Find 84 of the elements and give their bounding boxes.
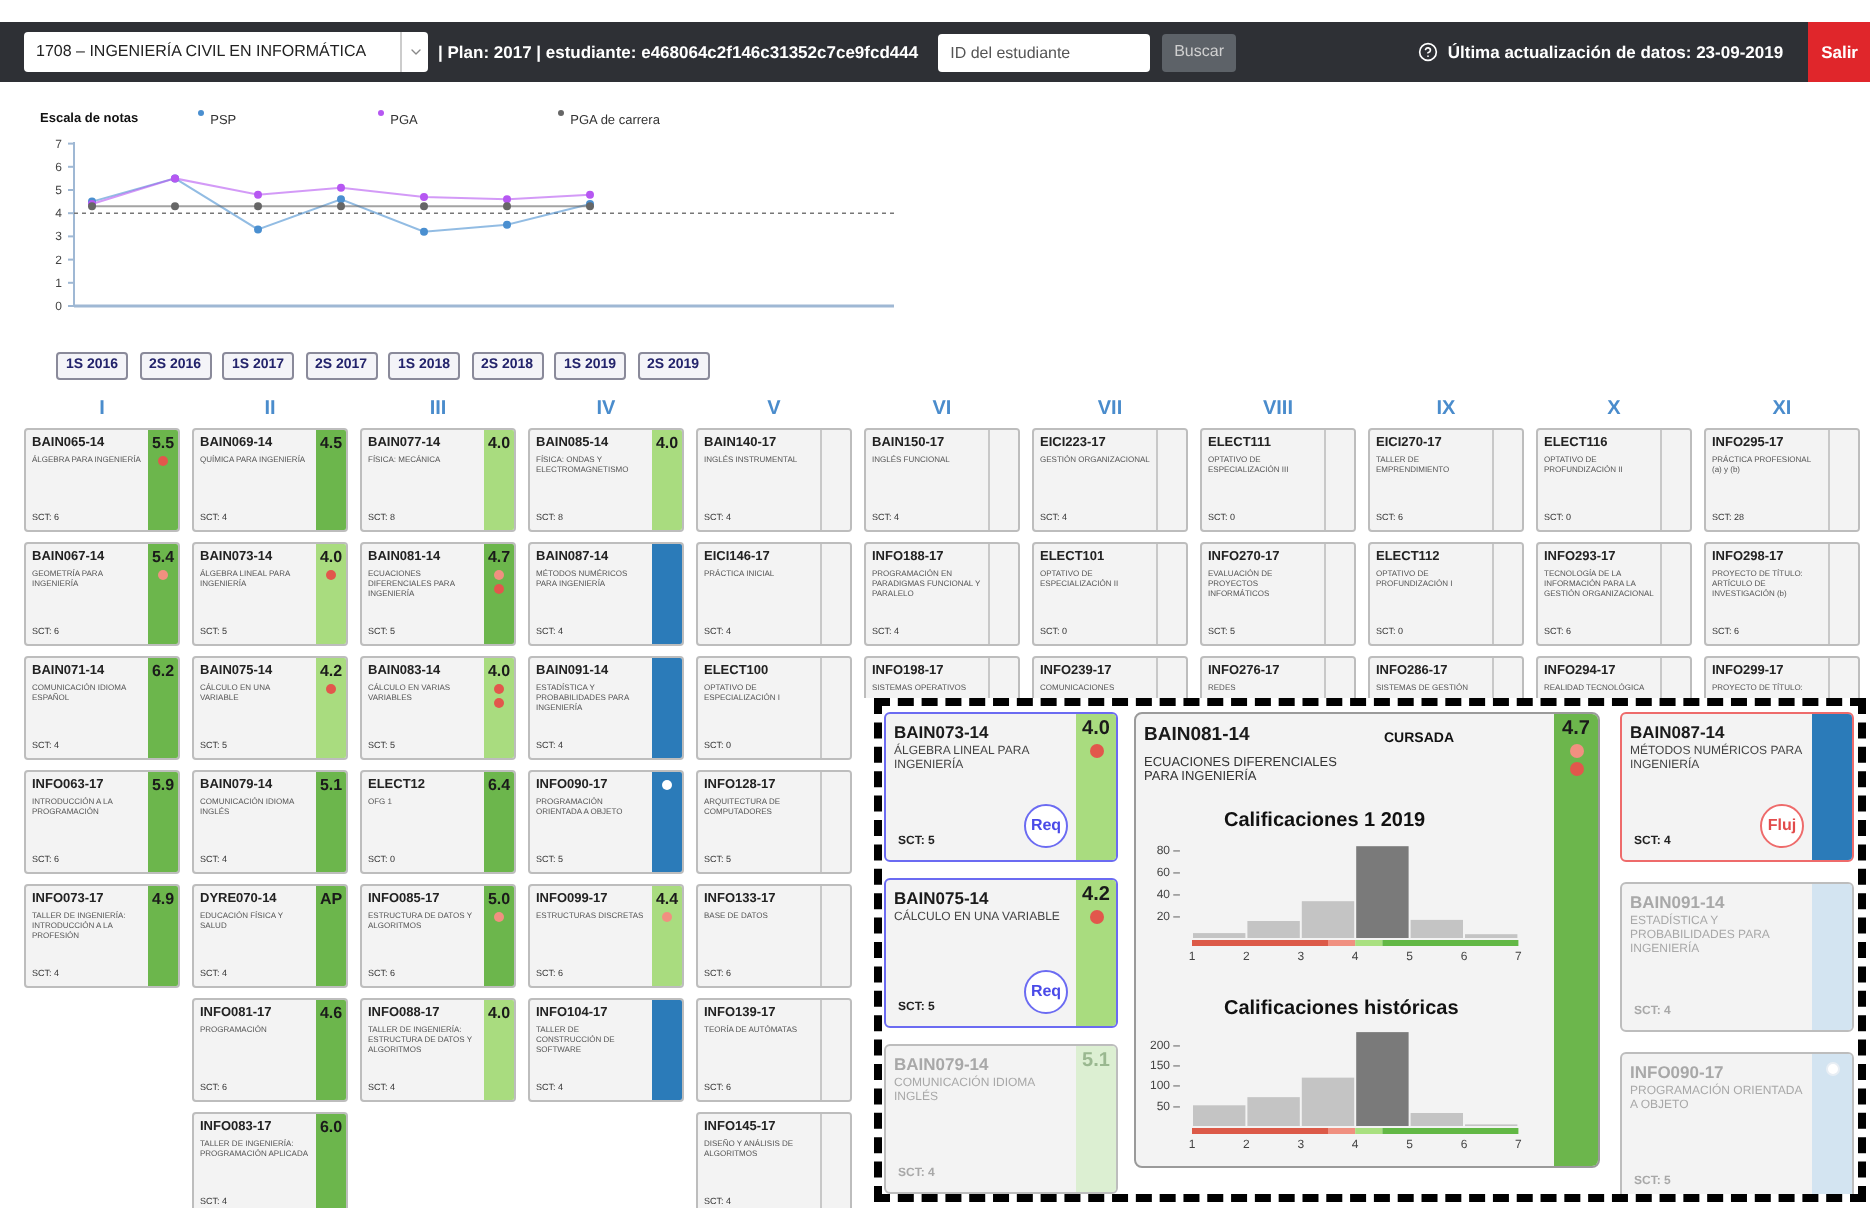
data-point	[254, 202, 262, 211]
semester-numeral: VI	[930, 398, 954, 422]
chart-title: Calificaciones 1 2019	[1224, 809, 1428, 833]
grade-strip	[652, 658, 682, 758]
grade-strip	[1156, 430, 1186, 530]
chart-title: Calificaciones históricas	[1224, 997, 1461, 1021]
course-code: BAIN081-14	[1144, 724, 1252, 746]
semester-numeral: VII	[1095, 398, 1125, 422]
semester-numeral: X	[1605, 398, 1623, 422]
grade-strip	[1828, 544, 1858, 644]
search-button[interactable]: Buscar	[1162, 33, 1236, 71]
course-code: BAIN079-14	[894, 1054, 991, 1074]
student-id-field[interactable]: ID del estudiante	[938, 33, 1151, 71]
data-point	[171, 202, 179, 211]
grade-strip	[1660, 544, 1690, 644]
grade-strip	[988, 544, 1018, 644]
grade-strip	[1324, 430, 1354, 530]
grade-value: 6.0	[319, 1118, 343, 1136]
course-code: BAIN073-14	[894, 722, 991, 742]
grade-value: 4.6	[319, 1004, 343, 1022]
grade-strip	[652, 1000, 682, 1100]
grade-value: 5.9	[151, 776, 175, 794]
data-point	[503, 220, 511, 229]
grade-value: 5.0	[487, 890, 511, 908]
data-point	[420, 227, 428, 236]
grade-strip	[1492, 544, 1522, 644]
grade-strip	[1660, 430, 1690, 530]
grade-value: 4.0	[487, 1004, 511, 1022]
logout-button[interactable]: Salir	[1807, 22, 1870, 82]
grade-value: 5.1	[1082, 1050, 1110, 1072]
semester-numeral: II	[262, 398, 278, 422]
semester-numeral: VIII	[1260, 398, 1295, 422]
grade-value: 5.5	[151, 434, 175, 452]
grade-value: 4.7	[1562, 718, 1590, 740]
data-point	[254, 190, 262, 199]
grade-strip	[820, 886, 850, 986]
grade-strip	[820, 544, 850, 644]
grade-strip	[652, 544, 682, 644]
grade-value: 4.4	[655, 890, 679, 908]
grade-value: 4.0	[319, 548, 343, 566]
course-code: BAIN087-14	[1630, 722, 1727, 742]
grade-value: 4.0	[487, 434, 511, 452]
grade-strip	[820, 430, 850, 530]
grade-strip	[1492, 430, 1522, 530]
caret-icon	[407, 44, 423, 60]
histogram-bar	[1193, 1104, 1246, 1125]
semester-numeral: XI	[1770, 398, 1794, 422]
semester-numeral: V	[765, 398, 783, 422]
grade-strip	[1156, 544, 1186, 644]
grade-value: 5.4	[151, 548, 175, 566]
course-code: INFO090-17	[1630, 1062, 1726, 1082]
grade-value: AP	[319, 890, 343, 908]
grade-strip	[988, 430, 1018, 530]
grade-strip	[1324, 544, 1354, 644]
student-info: | Plan: 2017 | estudiante: e468064c2f146c31352c7ce9fcd444	[438, 39, 919, 65]
course-code: BAIN091-14	[1630, 892, 1727, 912]
relation-badge: Req	[1024, 970, 1068, 1014]
grade-value: 4.2	[319, 662, 343, 680]
last-update-label: Última actualización de datos: 23-09-2019	[1447, 39, 1784, 65]
grade-value: 4.5	[319, 434, 343, 452]
semester-numeral: I	[97, 398, 107, 422]
semester-numeral: IX	[1434, 398, 1458, 422]
semester-numeral: III	[427, 398, 449, 422]
program-select[interactable]: 1708 – INGENIERÍA CIVIL EN INFORMÁTICA	[24, 32, 428, 72]
grade-strip	[1828, 430, 1858, 530]
semester-numeral: IV	[594, 398, 618, 422]
course-code: BAIN075-14	[894, 888, 991, 908]
grade-value: 4.9	[151, 890, 175, 908]
grade-strip	[820, 1000, 850, 1100]
data-point	[254, 225, 262, 234]
relation-badge: Fluj	[1760, 804, 1804, 848]
grade-value: 4.7	[487, 548, 511, 566]
grade-value: 6.4	[487, 776, 511, 794]
grade-value: 6.2	[151, 662, 175, 680]
grade-strip	[820, 658, 850, 758]
help-icon[interactable]	[1417, 42, 1438, 62]
grade-strip	[820, 772, 850, 872]
grade-value: 4.0	[487, 662, 511, 680]
grade-value: 4.0	[655, 434, 679, 452]
relation-badge: Req	[1024, 804, 1068, 848]
grade-value: 4.2	[1082, 884, 1110, 906]
grade-value: 4.0	[1082, 718, 1110, 740]
data-point	[337, 183, 345, 192]
grade-value: 5.1	[319, 776, 343, 794]
